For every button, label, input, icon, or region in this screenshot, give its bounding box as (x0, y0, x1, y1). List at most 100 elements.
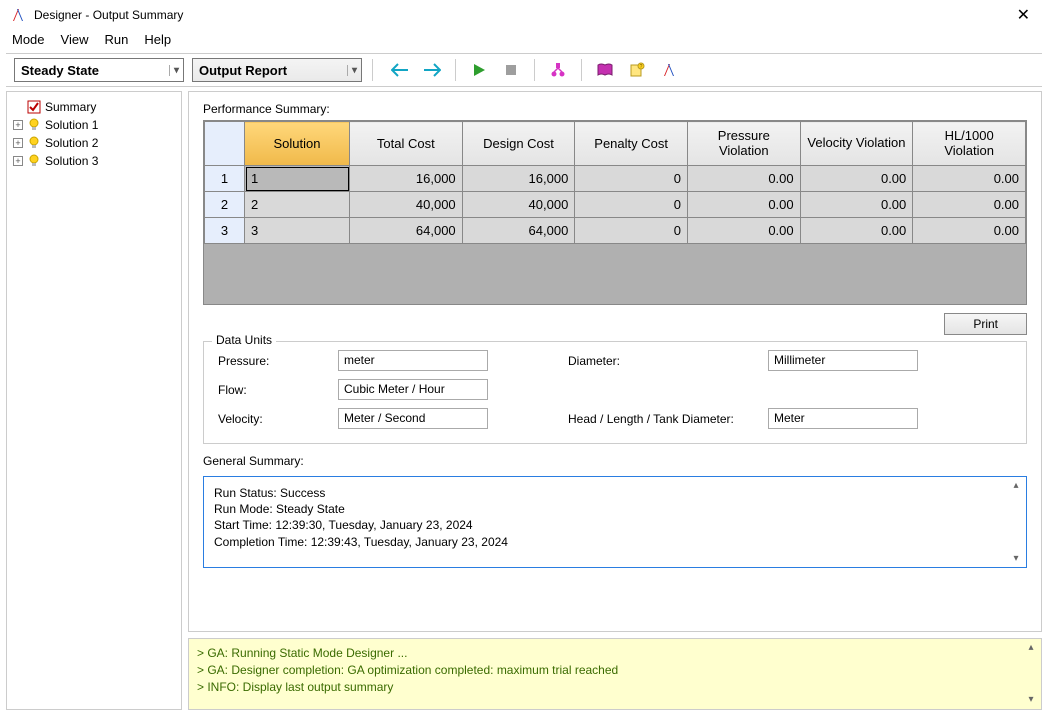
cell-pv[interactable]: 0.00 (687, 192, 800, 218)
cell-solution[interactable]: 1 (245, 166, 350, 192)
tree-label: Solution 3 (45, 154, 98, 168)
cell-pv[interactable]: 0.00 (687, 218, 800, 244)
note-icon[interactable]: ? (626, 59, 648, 81)
toolbar-separator (455, 59, 456, 81)
toolbar: Steady State ▾ Output Report ▾ ? (6, 53, 1042, 87)
cell-hv[interactable]: 0.00 (913, 192, 1026, 218)
expand-icon[interactable]: + (13, 156, 23, 166)
col-velocity-violation[interactable]: Velocity Violation (800, 122, 913, 166)
flow-label: Flow: (218, 383, 338, 397)
app-small-icon[interactable] (658, 59, 680, 81)
menubar: Mode View Run Help (0, 30, 1048, 53)
settings-icon[interactable] (547, 59, 569, 81)
performance-grid[interactable]: Solution Total Cost Design Cost Penalty … (203, 120, 1027, 305)
col-pressure-violation[interactable]: Pressure Violation (687, 122, 800, 166)
col-solution[interactable]: Solution (245, 122, 350, 166)
log-line: > GA: Designer completion: GA optimizati… (197, 662, 1033, 679)
cell-design[interactable]: 64,000 (462, 218, 575, 244)
tree-item-solution-3[interactable]: + Solution 3 (9, 152, 179, 170)
menu-mode[interactable]: Mode (12, 32, 45, 47)
menu-run[interactable]: Run (104, 32, 128, 47)
tree-item-summary[interactable]: Summary (9, 98, 179, 116)
cell-solution[interactable]: 3 (245, 218, 350, 244)
tree-label: Solution 1 (45, 118, 98, 132)
cell-penalty[interactable]: 0 (575, 218, 688, 244)
cell-penalty[interactable]: 0 (575, 166, 688, 192)
head-label: Head / Length / Tank Diameter: (568, 412, 768, 426)
menu-view[interactable]: View (61, 32, 89, 47)
data-units-legend: Data Units (212, 333, 276, 347)
cell-vv[interactable]: 0.00 (800, 218, 913, 244)
cell-vv[interactable]: 0.00 (800, 192, 913, 218)
scroll-up-icon[interactable]: ▴ (1013, 479, 1018, 493)
cell-solution[interactable]: 2 (245, 192, 350, 218)
table-row[interactable]: 1 1 16,000 16,000 0 0.00 0.00 0.00 (205, 166, 1026, 192)
summary-line: Run Mode: Steady State (214, 501, 1016, 517)
scroll-down-icon[interactable]: ▾ (1013, 552, 1018, 566)
chevron-down-icon: ▾ (347, 65, 357, 76)
expand-icon[interactable]: + (13, 138, 23, 148)
toolbar-separator (534, 59, 535, 81)
log-panel[interactable]: > GA: Running Static Mode Designer ... >… (188, 638, 1042, 710)
state-combo[interactable]: Steady State ▾ (14, 58, 184, 82)
expand-icon[interactable]: + (13, 120, 23, 130)
svg-text:?: ? (640, 64, 643, 70)
tree-item-solution-2[interactable]: + Solution 2 (9, 134, 179, 152)
flow-value: Cubic Meter / Hour (338, 379, 488, 400)
grid-corner[interactable] (205, 122, 245, 166)
nav-forward-button[interactable] (421, 59, 443, 81)
log-line: > INFO: Display last output summary (197, 679, 1033, 696)
scrollbar[interactable]: ▴▾ (1023, 641, 1039, 707)
bulb-icon (27, 118, 41, 132)
summary-line: Start Time: 12:39:30, Tuesday, January 2… (214, 517, 1016, 533)
scroll-up-icon[interactable]: ▴ (1028, 641, 1033, 655)
col-hl-violation[interactable]: HL/1000 Violation (913, 122, 1026, 166)
print-button[interactable]: Print (944, 313, 1027, 335)
col-design-cost[interactable]: Design Cost (462, 122, 575, 166)
diameter-label: Diameter: (568, 354, 768, 368)
velocity-label: Velocity: (218, 412, 338, 426)
general-summary-box[interactable]: Run Status: Success Run Mode: Steady Sta… (203, 476, 1027, 568)
toolbar-separator (372, 59, 373, 81)
scrollbar[interactable]: ▴▾ (1008, 479, 1024, 565)
log-line: > GA: Running Static Mode Designer ... (197, 645, 1033, 662)
diameter-value: Millimeter (768, 350, 918, 371)
cell-hv[interactable]: 0.00 (913, 218, 1026, 244)
table-row[interactable]: 2 2 40,000 40,000 0 0.00 0.00 0.00 (205, 192, 1026, 218)
cell-vv[interactable]: 0.00 (800, 166, 913, 192)
row-number[interactable]: 1 (205, 166, 245, 192)
cell-design[interactable]: 40,000 (462, 192, 575, 218)
menu-help[interactable]: Help (144, 32, 171, 47)
row-number[interactable]: 3 (205, 218, 245, 244)
cell-total[interactable]: 40,000 (350, 192, 463, 218)
tree-item-solution-1[interactable]: + Solution 1 (9, 116, 179, 134)
scroll-down-icon[interactable]: ▾ (1028, 693, 1033, 707)
cell-pv[interactable]: 0.00 (687, 166, 800, 192)
toolbar-separator (581, 59, 582, 81)
summary-line: Run Status: Success (214, 485, 1016, 501)
right-panel: Performance Summary: Solution Total Cost… (188, 91, 1042, 710)
head-value: Meter (768, 408, 918, 429)
col-total-cost[interactable]: Total Cost (350, 122, 463, 166)
row-number[interactable]: 2 (205, 192, 245, 218)
tree-label: Solution 2 (45, 136, 98, 150)
summary-line: Completion Time: 12:39:43, Tuesday, Janu… (214, 534, 1016, 550)
cell-total[interactable]: 64,000 (350, 218, 463, 244)
cell-design[interactable]: 16,000 (462, 166, 575, 192)
data-units-group: Data Units Pressure: meter Diameter: Mil… (203, 341, 1027, 444)
report-combo-value: Output Report (199, 63, 287, 78)
col-penalty-cost[interactable]: Penalty Cost (575, 122, 688, 166)
close-icon[interactable]: ✕ (1009, 5, 1038, 25)
main-area: Summary + Solution 1 + Solution 2 + Solu… (0, 91, 1048, 716)
run-button[interactable] (468, 59, 490, 81)
book-icon[interactable] (594, 59, 616, 81)
table-row[interactable]: 3 3 64,000 64,000 0 0.00 0.00 0.00 (205, 218, 1026, 244)
tree-panel: Summary + Solution 1 + Solution 2 + Solu… (6, 91, 182, 710)
nav-back-button[interactable] (389, 59, 411, 81)
cell-total[interactable]: 16,000 (350, 166, 463, 192)
report-combo[interactable]: Output Report ▾ (192, 58, 362, 82)
stop-button[interactable] (500, 59, 522, 81)
cell-penalty[interactable]: 0 (575, 192, 688, 218)
cell-hv[interactable]: 0.00 (913, 166, 1026, 192)
window-title: Designer - Output Summary (34, 8, 1009, 22)
